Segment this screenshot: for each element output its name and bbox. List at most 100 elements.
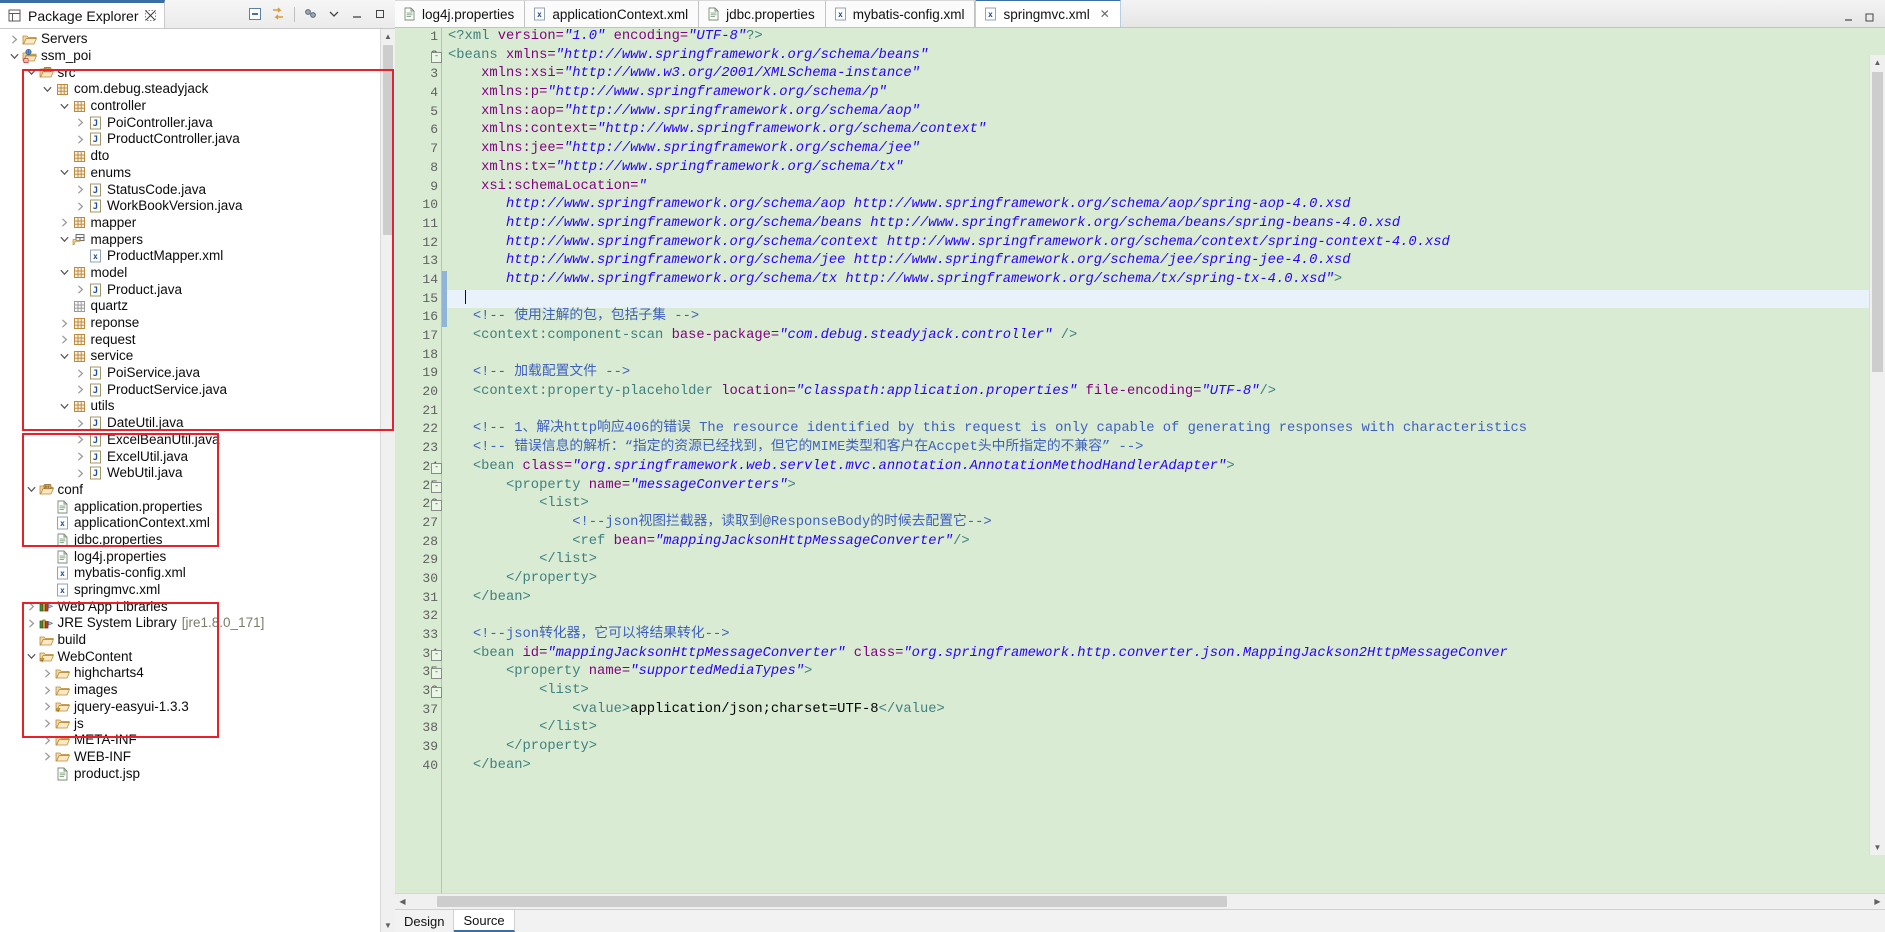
code-line[interactable]: http://www.springframework.org/schema/tx…	[442, 271, 1885, 290]
tree-item-controller[interactable]: controller	[0, 98, 381, 115]
scroll-up-arrow[interactable]: ▲	[381, 29, 395, 43]
tree-item-images[interactable]: images	[0, 682, 381, 699]
tree-item-dateutil-java[interactable]: J DateUtil.java	[0, 415, 381, 432]
tree-item-application-properties[interactable]: application.properties	[0, 498, 381, 515]
code-line[interactable]: </property>	[442, 738, 1885, 757]
code-line[interactable]: xmlns:aop="http://www.springframework.or…	[442, 103, 1885, 122]
tree-item-highcharts4[interactable]: highcharts4	[0, 665, 381, 682]
code-line[interactable]	[442, 607, 1885, 626]
code-line[interactable]: xmlns:jee="http://www.springframework.or…	[442, 140, 1885, 159]
chevron-down-icon[interactable]	[25, 652, 38, 661]
code-line[interactable]: <bean class="org.springframework.web.ser…	[442, 458, 1885, 477]
tree-item-web-inf[interactable]: WEB-INF	[0, 749, 381, 766]
code-line[interactable]: http://www.springframework.org/schema/ao…	[442, 196, 1885, 215]
editor-tab-log4j-properties[interactable]: log4j.properties	[395, 0, 526, 27]
editor-vertical-scrollbar[interactable]: ▲ ▼	[1869, 55, 1885, 855]
code-line[interactable]: <!-- 使用注解的包，包括子集 -->	[442, 308, 1885, 327]
chevron-right-icon[interactable]	[74, 285, 87, 294]
fold-toggle-icon[interactable]: -	[431, 668, 442, 680]
tree-item-meta-inf[interactable]: META-INF	[0, 732, 381, 749]
chevron-right-icon[interactable]	[74, 435, 87, 444]
code-line[interactable]: <!-- 错误信息的解析：“指定的资源已经找到，但它的MIME类型和客户在Acc…	[442, 439, 1885, 458]
code-line[interactable]: <list>	[442, 495, 1885, 514]
tree-item-webutil-java[interactable]: J WebUtil.java	[0, 465, 381, 482]
editor-tab-applicationcontext-xml[interactable]: x applicationContext.xml	[525, 0, 700, 27]
chevron-right-icon[interactable]	[74, 369, 87, 378]
scroll-down-arrow[interactable]: ▼	[381, 918, 395, 932]
chevron-right-icon[interactable]	[8, 35, 21, 44]
tree-item-mybatis-config-xml[interactable]: x mybatis-config.xml	[0, 565, 381, 582]
tree-item-servers[interactable]: Servers	[0, 31, 381, 48]
code-line[interactable]	[442, 402, 1885, 421]
code-content[interactable]: <?xml version="1.0" encoding="UTF-8"?> <b…	[442, 28, 1885, 893]
chevron-right-icon[interactable]	[74, 419, 87, 428]
maximize-icon[interactable]	[1864, 12, 1875, 23]
project-tree[interactable]: Servers x ssm_poi src com.debug.steadyjack co…	[0, 29, 381, 932]
chevron-right-icon[interactable]	[74, 452, 87, 461]
tree-item-web-app-libraries[interactable]: Web App Libraries	[0, 598, 381, 615]
editor-tabbar[interactable]: log4j.properties x applicationContext.xml j…	[395, 0, 1885, 28]
code-line[interactable]: </list>	[442, 719, 1885, 738]
chevron-down-icon[interactable]	[58, 235, 71, 244]
tree-item-mapper[interactable]: mapper	[0, 215, 381, 232]
tree-item-poicontroller-java[interactable]: J PoiController.java	[0, 114, 381, 131]
editor-footer-tabs[interactable]: Design Source	[395, 909, 1885, 932]
code-line[interactable]: </property>	[442, 570, 1885, 589]
chevron-down-icon[interactable]	[58, 168, 71, 177]
editor-scroll-up-arrow[interactable]: ▲	[1870, 55, 1885, 70]
tree-item-enums[interactable]: enums	[0, 165, 381, 182]
code-line[interactable]: <bean id="mappingJacksonHttpMessageConve…	[442, 645, 1885, 664]
tree-item-request[interactable]: request	[0, 331, 381, 348]
code-line[interactable]: <property name="supportedMediaTypes">	[442, 663, 1885, 682]
tree-item-excelutil-java[interactable]: J ExcelUtil.java	[0, 448, 381, 465]
chevron-right-icon[interactable]	[41, 686, 54, 695]
code-line[interactable]: http://www.springframework.org/schema/be…	[442, 215, 1885, 234]
code-line[interactable]: <value>application/json;charset=UTF-8</v…	[442, 701, 1885, 720]
maximize-icon[interactable]	[370, 4, 390, 24]
code-line[interactable]: xmlns:context="http://www.springframewor…	[442, 121, 1885, 140]
code-line[interactable]: </bean>	[442, 589, 1885, 608]
editor-horizontal-scrollbar[interactable]: ◀ ▶	[395, 893, 1885, 909]
fold-toggle-icon[interactable]: -	[431, 51, 442, 63]
tree-item-build[interactable]: build	[0, 632, 381, 649]
code-line[interactable]	[442, 346, 1885, 365]
tree-item-com-debug-steadyjack[interactable]: com.debug.steadyjack	[0, 81, 381, 98]
chevron-right-icon[interactable]	[41, 702, 54, 711]
chevron-down-icon[interactable]	[25, 485, 38, 494]
code-line[interactable]: http://www.springframework.org/schema/je…	[442, 252, 1885, 271]
chevron-down-icon[interactable]	[58, 352, 71, 361]
tree-item-springmvc-xml[interactable]: x springmvc.xml	[0, 582, 381, 599]
minimize-icon[interactable]	[347, 4, 367, 24]
hscroll-thumb[interactable]	[437, 896, 1227, 907]
tab-package-explorer[interactable]: Package Explorer	[0, 0, 165, 28]
chevron-right-icon[interactable]	[74, 185, 87, 194]
fold-toggle-icon[interactable]: -	[431, 481, 442, 493]
tree-item-productmapper-xml[interactable]: x ProductMapper.xml	[0, 248, 381, 265]
tree-item-workbookversion-java[interactable]: J WorkBookVersion.java	[0, 198, 381, 215]
tree-item-jquery-easyui-1-3-3[interactable]: jquery-easyui-1.3.3	[0, 699, 381, 716]
chevron-right-icon[interactable]	[58, 218, 71, 227]
code-line[interactable]: http://www.springframework.org/schema/co…	[442, 234, 1885, 253]
editor-scroll-thumb[interactable]	[1872, 72, 1883, 372]
chevron-right-icon[interactable]	[74, 385, 87, 394]
tree-item-dto[interactable]: dto	[0, 148, 381, 165]
tree-item-reponse[interactable]: reponse	[0, 315, 381, 332]
view-pin-icon[interactable]	[144, 10, 156, 21]
chevron-right-icon[interactable]	[74, 135, 87, 144]
code-line[interactable]: xmlns:tx="http://www.springframework.org…	[442, 159, 1885, 178]
tree-scroll-thumb[interactable]	[383, 45, 393, 235]
tree-item-js[interactable]: js	[0, 715, 381, 732]
chevron-down-icon[interactable]	[41, 85, 54, 94]
tree-item-model[interactable]: model	[0, 265, 381, 282]
tree-item-jre-system-library[interactable]: JRE System Library [jre1.8.0_171]	[0, 615, 381, 632]
code-line[interactable]: <property name="messageConverters">	[442, 477, 1885, 496]
chevron-right-icon[interactable]	[74, 469, 87, 478]
code-line[interactable]: <!-- 加载配置文件 -->	[442, 364, 1885, 383]
view-menu-icon[interactable]	[301, 4, 321, 24]
fold-toggle-icon[interactable]: -	[431, 649, 442, 661]
tree-item-src[interactable]: src	[0, 64, 381, 81]
footer-tab-source[interactable]: Source	[454, 910, 515, 932]
tree-item-product-java[interactable]: J Product.java	[0, 281, 381, 298]
code-line[interactable]: <!-- 1、解决http响应406的错误 The resource ident…	[442, 420, 1885, 439]
source-editor[interactable]: 1 2-3 4 5 6 7 8 9 10 11 12 13 14 15 16 17 18 19 20 21 22 23 24…	[395, 28, 1885, 893]
